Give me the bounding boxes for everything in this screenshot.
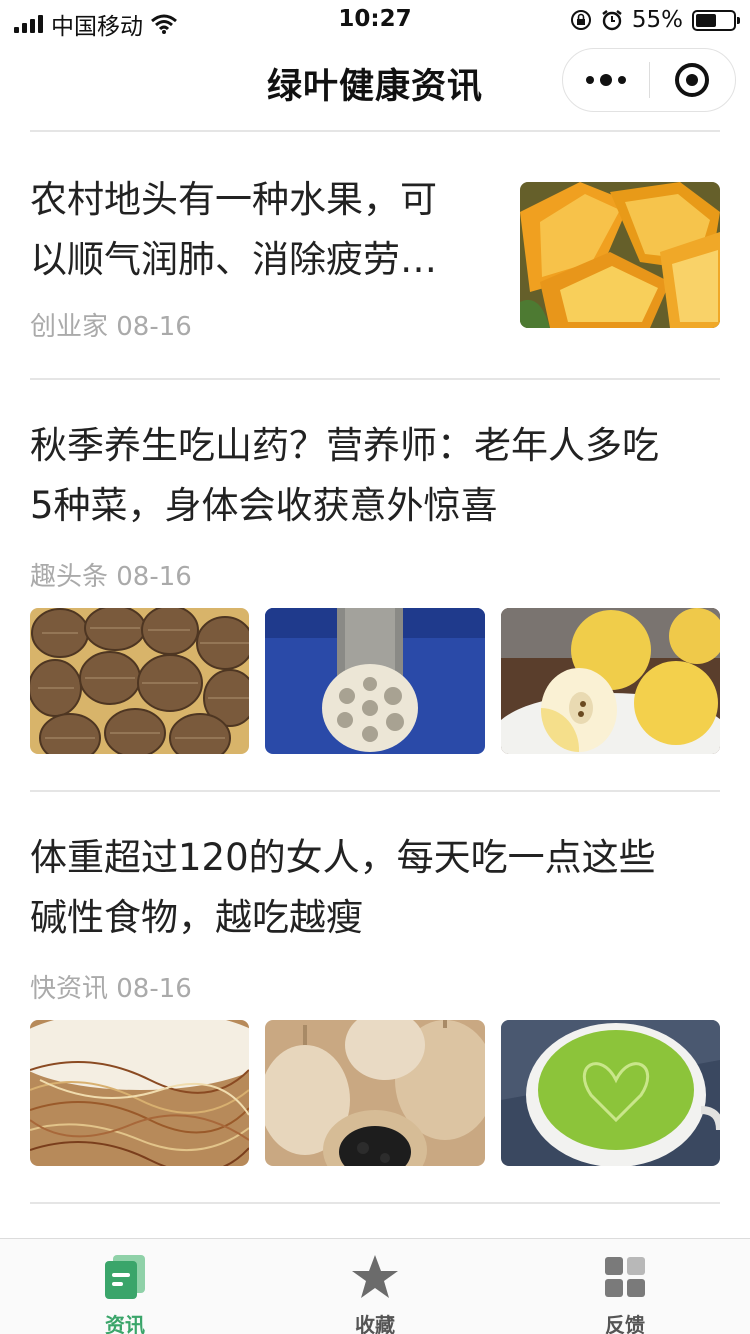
- tab-label-news: 资讯: [105, 1313, 145, 1334]
- mini-program-capsule: [562, 48, 736, 112]
- lotus-root-photo: [265, 608, 485, 754]
- tab-news[interactable]: 资讯: [0, 1239, 250, 1334]
- nav-bar: 绿叶健康资讯: [0, 40, 750, 128]
- article-source: 创业家 08-16: [30, 312, 192, 342]
- battery-icon: [692, 9, 740, 31]
- target-close-icon[interactable]: [650, 63, 736, 97]
- divider: [30, 130, 720, 132]
- star-fruit-photo: [520, 182, 720, 328]
- article-title: 农村地头有一种水果，可 以顺气润肺、消除疲劳…: [30, 178, 437, 281]
- article-title: 体重超过120的女人，每天吃一点这些 碱性食物，越吃越瘦: [30, 836, 656, 939]
- corn-silk-photo: [30, 1020, 249, 1166]
- more-dots-icon[interactable]: [563, 74, 649, 86]
- divider: [30, 1202, 720, 1204]
- divider: [30, 790, 720, 792]
- tab-bar: 资讯 收藏 反馈: [0, 1238, 750, 1334]
- article-title: 秋季养生吃山药？营养师：老年人多吃 5种菜，身体会收获意外惊喜: [30, 424, 659, 527]
- battery-percent: 55%: [631, 7, 683, 33]
- black-garlic-photo: [265, 1020, 485, 1166]
- asian-pear-photo: [501, 608, 720, 754]
- tab-feedback[interactable]: 反馈: [500, 1239, 750, 1334]
- rotation-lock-icon: [570, 10, 591, 30]
- tab-label-favorites: 收藏: [355, 1313, 395, 1334]
- divider: [30, 378, 720, 380]
- alarm-icon: [602, 10, 622, 31]
- article-source: 趣头条 08-16: [30, 562, 192, 592]
- status-bar: 中国移动 10:27 55%: [0, 0, 750, 40]
- taro-photo: [30, 608, 249, 754]
- article-source: 快资讯 08-16: [30, 974, 192, 1004]
- star-icon: [352, 1255, 398, 1298]
- grid-icon: [605, 1257, 645, 1297]
- tab-favorites[interactable]: 收藏: [250, 1239, 500, 1334]
- news-doc-icon: [105, 1255, 145, 1299]
- matcha-latte-photo: [501, 1020, 720, 1166]
- tab-label-feedback: 反馈: [605, 1313, 645, 1334]
- status-right: 55%: [570, 7, 740, 33]
